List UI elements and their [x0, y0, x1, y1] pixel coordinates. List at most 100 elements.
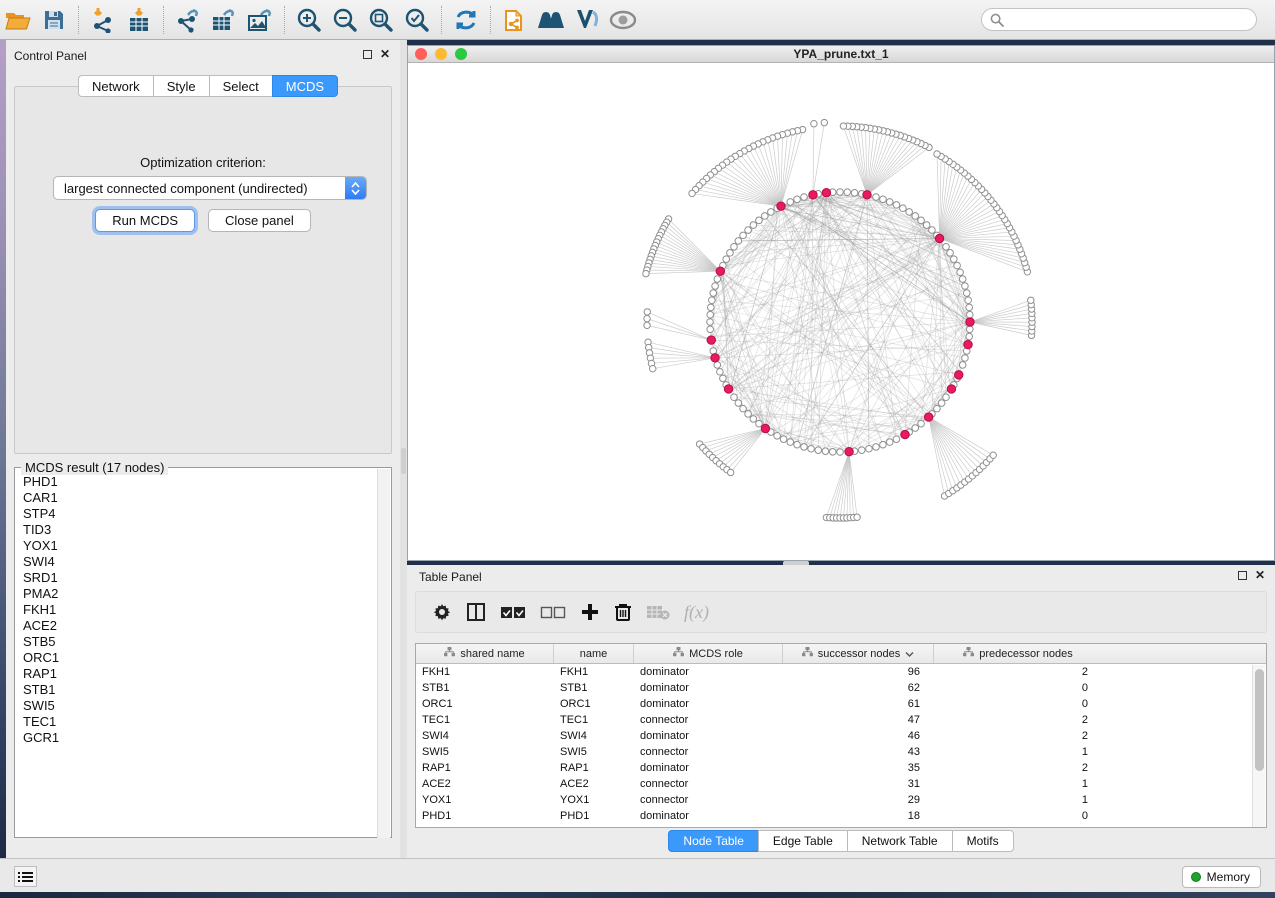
network-node[interactable] [962, 283, 969, 290]
network-node[interactable] [934, 405, 941, 412]
table-cell[interactable]: RAP1 [554, 760, 634, 776]
table-cell[interactable]: SWI4 [416, 728, 554, 744]
network-node[interactable] [943, 394, 950, 401]
deselect-all-checkboxes-icon[interactable] [540, 606, 566, 619]
network-node[interactable] [837, 189, 844, 196]
dominator-node[interactable] [947, 385, 955, 393]
close-panel-icon[interactable]: ✕ [380, 50, 390, 59]
mcds-result-item[interactable]: GCR1 [16, 730, 378, 746]
table-cell[interactable]: 2 [934, 712, 1102, 728]
network-node[interactable] [756, 420, 763, 427]
optimization-criterion-select[interactable]: largest connected component (undirected) [53, 176, 367, 200]
mcds-result-item[interactable]: ACE2 [16, 618, 378, 634]
table-cell[interactable]: connector [634, 776, 783, 792]
mcds-result-item[interactable]: RAP1 [16, 666, 378, 682]
table-cell[interactable]: connector [634, 744, 783, 760]
table-cell[interactable]: TEC1 [554, 712, 634, 728]
network-node[interactable] [821, 119, 827, 125]
network-document-icon[interactable] [497, 3, 533, 37]
network-node[interactable] [740, 232, 747, 239]
dominator-node[interactable] [761, 424, 769, 432]
close-panel-button[interactable]: Close panel [208, 209, 311, 232]
network-node[interactable] [829, 448, 836, 455]
gear-icon[interactable] [432, 602, 452, 622]
table-cell[interactable]: 61 [783, 696, 934, 712]
dominator-node[interactable] [724, 385, 732, 393]
network-node[interactable] [929, 227, 936, 234]
network-node[interactable] [957, 269, 964, 276]
table-cell[interactable]: 29 [783, 792, 934, 808]
network-node[interactable] [866, 445, 873, 452]
network-node[interactable] [717, 368, 724, 375]
table-cell[interactable]: dominator [634, 808, 783, 824]
mcds-result-item[interactable]: SRD1 [16, 570, 378, 586]
network-node[interactable] [650, 365, 656, 371]
import-table-icon[interactable] [121, 3, 157, 37]
table-cell[interactable]: 47 [783, 712, 934, 728]
dominator-node[interactable] [935, 234, 943, 242]
network-node[interactable] [858, 447, 865, 454]
network-node[interactable] [947, 250, 954, 257]
network-node[interactable] [707, 326, 714, 333]
table-cell[interactable]: connector [634, 712, 783, 728]
dominator-node[interactable] [863, 191, 871, 199]
table-cell[interactable]: YOX1 [416, 792, 554, 808]
network-window-titlebar[interactable]: YPA_prune.txt_1 [408, 46, 1274, 63]
table-cell[interactable]: dominator [634, 728, 783, 744]
open-folder-icon[interactable] [0, 3, 36, 37]
table-cell[interactable]: 18 [783, 808, 934, 824]
table-row[interactable]: ORC1ORC1dominator610 [416, 696, 1252, 712]
add-column-icon[interactable] [580, 602, 600, 622]
table-row[interactable]: SWI4SWI4dominator462 [416, 728, 1252, 744]
network-node[interactable] [731, 243, 738, 250]
network-node[interactable] [644, 322, 650, 328]
select-all-checkboxes-icon[interactable] [500, 606, 526, 619]
table-cell[interactable]: SWI5 [554, 744, 634, 760]
table-cell[interactable]: STB1 [554, 680, 634, 696]
zoom-in-icon[interactable] [291, 3, 327, 37]
network-node[interactable] [780, 436, 787, 443]
table-cell[interactable]: 43 [783, 744, 934, 760]
network-node[interactable] [966, 311, 973, 318]
network-node[interactable] [965, 297, 972, 304]
network-node[interactable] [714, 276, 721, 283]
close-table-panel-icon[interactable]: ✕ [1255, 571, 1265, 580]
network-node[interactable] [787, 439, 794, 446]
network-node[interactable] [707, 311, 714, 318]
dominator-node[interactable] [777, 202, 785, 210]
network-node[interactable] [966, 304, 973, 311]
export-image-icon[interactable] [242, 3, 278, 37]
column-header-successor-nodes[interactable]: successor nodes [783, 644, 934, 663]
network-node[interactable] [794, 196, 801, 203]
network-node[interactable] [756, 217, 763, 224]
mcds-result-item[interactable]: TID3 [16, 522, 378, 538]
table-cell[interactable]: ORC1 [416, 696, 554, 712]
mcds-result-item[interactable]: STB5 [16, 634, 378, 650]
table-cell[interactable]: ACE2 [554, 776, 634, 792]
network-node[interactable] [707, 319, 714, 326]
network-node[interactable] [794, 441, 801, 448]
network-node[interactable] [643, 270, 649, 276]
network-node[interactable] [880, 441, 887, 448]
dominator-node[interactable] [955, 371, 963, 379]
network-node[interactable] [735, 400, 742, 407]
run-mcds-button[interactable]: Run MCDS [95, 209, 195, 232]
table-cell[interactable]: dominator [634, 680, 783, 696]
network-node[interactable] [644, 315, 650, 321]
network-node[interactable] [954, 262, 961, 269]
dominator-node[interactable] [964, 340, 972, 348]
table-cell[interactable]: 1 [934, 744, 1102, 760]
refresh-icon[interactable] [448, 3, 484, 37]
tab-style[interactable]: Style [153, 75, 209, 97]
dominator-node[interactable] [924, 413, 932, 421]
mcds-result-item[interactable]: TEC1 [16, 714, 378, 730]
network-node[interactable] [731, 394, 738, 401]
dominator-node[interactable] [822, 189, 830, 197]
network-node[interactable] [962, 355, 969, 362]
network-node[interactable] [768, 209, 775, 216]
tab-motifs[interactable]: Motifs [952, 830, 1014, 852]
table-row[interactable]: STB1STB1dominator620 [416, 680, 1252, 696]
zoom-fit-icon[interactable] [363, 3, 399, 37]
table-cell[interactable]: 96 [783, 664, 934, 680]
search-input[interactable] [1004, 13, 1256, 27]
